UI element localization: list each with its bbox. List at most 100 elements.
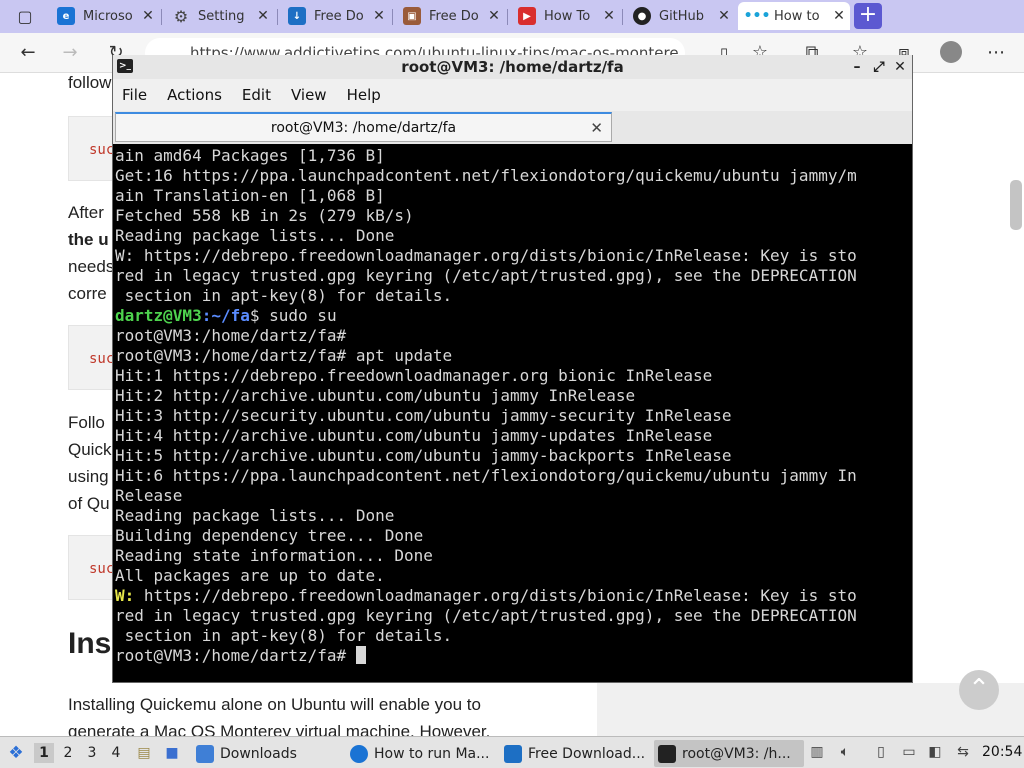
browser-tab-how-to-active[interactable]: ••• How to ✕ bbox=[738, 2, 850, 30]
terminal-line: Reading package lists... Done bbox=[115, 506, 395, 525]
article-text-fragment: follow bbox=[68, 73, 112, 92]
workspace-3[interactable]: 3 bbox=[82, 743, 102, 763]
sidebar-toggle-icon[interactable]: ▢ bbox=[8, 5, 42, 27]
display-icon[interactable]: ▭ bbox=[900, 743, 918, 761]
workspace-4[interactable]: 4 bbox=[106, 743, 126, 763]
terminal-line: Get:16 https://ppa.launchpadcontent.net/… bbox=[115, 166, 857, 185]
profile-avatar[interactable] bbox=[940, 41, 962, 63]
notifications-icon[interactable]: ◧ bbox=[926, 743, 944, 761]
article-text-fragment: corre bbox=[68, 284, 107, 303]
close-tab-icon[interactable]: ✕ bbox=[590, 114, 603, 142]
task-label: Downloads bbox=[220, 745, 297, 762]
article-text-fragment: the u bbox=[68, 230, 109, 249]
close-tab-icon[interactable]: ✕ bbox=[713, 8, 735, 24]
article-text-fragment: After bbox=[68, 203, 104, 222]
taskbar: ❖ 1 2 3 4 ▤ ■ Downloads How to run Ma...… bbox=[0, 736, 1024, 768]
file-manager-launcher-icon[interactable]: ▤ bbox=[134, 743, 154, 763]
fdm-icon: ↓ bbox=[288, 7, 306, 25]
task-terminal[interactable]: root@VM3: /h... bbox=[654, 740, 804, 767]
article-text-fragment: of Qu bbox=[68, 494, 110, 513]
task-downloads[interactable]: Downloads bbox=[192, 740, 342, 767]
browser-tab-settings[interactable]: ⚙ Setting ✕ bbox=[162, 2, 274, 30]
close-window-icon[interactable]: ✕ bbox=[891, 57, 909, 77]
browser-tab-microsoft[interactable]: e Microso ✕ bbox=[47, 2, 159, 30]
terminal-icon: >_ bbox=[117, 59, 133, 73]
show-desktop-icon[interactable]: ■ bbox=[162, 743, 182, 763]
terminal-prompt-line: dartz@VM3:~/fa$ sudo su bbox=[115, 306, 911, 326]
browser-tab-strip: ▢ e Microso ✕ ⚙ Setting ✕ ↓ Free Do ✕ ▣ … bbox=[0, 0, 1024, 33]
menu-actions[interactable]: Actions bbox=[167, 86, 222, 104]
volume-icon[interactable]: 🔈︎ bbox=[836, 743, 854, 761]
terminal-line: Building dependency tree... Done bbox=[115, 526, 424, 545]
close-tab-icon[interactable]: ✕ bbox=[598, 8, 620, 24]
forward-arrow-icon[interactable]: → bbox=[58, 41, 82, 65]
terminal-line: Release bbox=[115, 486, 183, 505]
start-menu-icon[interactable]: ❖ bbox=[6, 743, 26, 763]
terminal-current-prompt: root@VM3:/home/dartz/fa# bbox=[115, 646, 911, 666]
menu-help[interactable]: Help bbox=[347, 86, 381, 104]
youtube-icon: ▶ bbox=[518, 7, 536, 25]
tab-label: Free Do bbox=[314, 8, 364, 24]
back-arrow-icon[interactable]: ← bbox=[16, 41, 40, 65]
warning-text: https://debrepo.freedownloadmanager.org/… bbox=[134, 586, 857, 605]
page-scrollbar-thumb[interactable] bbox=[1010, 180, 1022, 230]
code-fragment: suc bbox=[89, 561, 115, 577]
workspace-1[interactable]: 1 bbox=[34, 743, 54, 763]
task-browser[interactable]: How to run Ma... bbox=[346, 740, 496, 767]
prompt-path: :~/fa bbox=[201, 306, 250, 325]
article-text-fragment: needs bbox=[68, 257, 115, 276]
terminal-tab[interactable]: root@VM3: /home/dartz/fa ✕ bbox=[115, 112, 612, 142]
terminal-line: red in legacy trusted.gpg keyring (/etc/… bbox=[115, 266, 857, 285]
prompt-user: dartz@VM3 bbox=[115, 306, 202, 325]
github-icon: ● bbox=[633, 7, 651, 25]
menu-file[interactable]: File bbox=[122, 86, 147, 104]
menu-edit[interactable]: Edit bbox=[242, 86, 271, 104]
tab-label: GitHub bbox=[659, 8, 705, 24]
scroll-to-top-button[interactable]: ⌃ bbox=[959, 670, 999, 710]
clock[interactable]: 20:54 bbox=[982, 744, 1022, 760]
tab-label: How To bbox=[544, 8, 591, 24]
article-paragraph-line: Installing Quickemu alone on Ubuntu will… bbox=[68, 695, 481, 714]
task-free-download-manager[interactable]: Free Download... bbox=[500, 740, 650, 767]
code-fragment: suc bbox=[89, 351, 115, 367]
more-menu-icon[interactable]: ⋯ bbox=[984, 41, 1008, 65]
browser-tab-free-download-2[interactable]: ▣ Free Do ✕ bbox=[393, 2, 505, 30]
minimize-icon[interactable]: – bbox=[848, 57, 866, 77]
clipboard-icon[interactable]: ▥ bbox=[808, 743, 826, 761]
browser-tab-github[interactable]: ● GitHub ✕ bbox=[623, 2, 735, 30]
terminal-line: root@VM3:/home/dartz/fa# bbox=[115, 326, 347, 345]
terminal-menubar: File Actions Edit View Help bbox=[113, 79, 912, 111]
task-label: Free Download... bbox=[528, 745, 646, 762]
tab-label: Free Do bbox=[429, 8, 479, 24]
browser-tab-how-to-video[interactable]: ▶ How To ✕ bbox=[508, 2, 620, 30]
terminal-output[interactable]: ain amd64 Packages [1,736 B] Get:16 https… bbox=[115, 146, 911, 680]
fdm-icon bbox=[504, 744, 522, 763]
browser-tab-free-download-1[interactable]: ↓ Free Do ✕ bbox=[278, 2, 390, 30]
files-icon[interactable]: ▯ bbox=[872, 743, 890, 761]
article-paragraph-line: generate a Mac OS Monterey virtual machi… bbox=[68, 722, 491, 736]
maximize-icon[interactable]: ⤢ bbox=[870, 57, 888, 77]
terminal-line: root@VM3:/home/dartz/fa# apt update bbox=[115, 346, 453, 365]
terminal-line: Hit:3 http://security.ubuntu.com/ubuntu … bbox=[115, 406, 732, 425]
close-tab-icon[interactable]: ✕ bbox=[368, 8, 390, 24]
close-tab-icon[interactable]: ✕ bbox=[252, 8, 274, 24]
close-tab-icon[interactable]: ✕ bbox=[483, 8, 505, 24]
terminal-title: root@VM3: /home/dartz/fa bbox=[401, 58, 624, 76]
current-prompt: root@VM3:/home/dartz/fa# bbox=[115, 646, 356, 665]
close-tab-icon[interactable]: ✕ bbox=[828, 8, 850, 24]
new-tab-button[interactable]: + bbox=[854, 3, 882, 29]
menu-view[interactable]: View bbox=[291, 86, 327, 104]
close-tab-icon[interactable]: ✕ bbox=[137, 8, 159, 24]
article-text-fragment: using bbox=[68, 467, 109, 486]
terminal-titlebar[interactable]: >_ root@VM3: /home/dartz/fa – ⤢ ✕ bbox=[113, 55, 912, 79]
terminal-line: Reading package lists... Done bbox=[115, 226, 395, 245]
terminal-line: Hit:6 https://ppa.launchpadcontent.net/f… bbox=[115, 466, 857, 485]
terminal-icon bbox=[658, 744, 676, 763]
article-text-fragment: Quick bbox=[68, 440, 112, 459]
terminal-warning-line: W: https://debrepo.freedownloadmanager.o… bbox=[115, 586, 911, 606]
network-icon[interactable]: ⇆ bbox=[954, 743, 972, 761]
terminal-tabbar: root@VM3: /home/dartz/fa ✕ bbox=[113, 111, 912, 144]
terminal-line: ain Translation-en [1,068 B] bbox=[115, 186, 385, 205]
workspace-2[interactable]: 2 bbox=[58, 743, 78, 763]
terminal-line: section in apt-key(8) for details. bbox=[115, 286, 453, 305]
